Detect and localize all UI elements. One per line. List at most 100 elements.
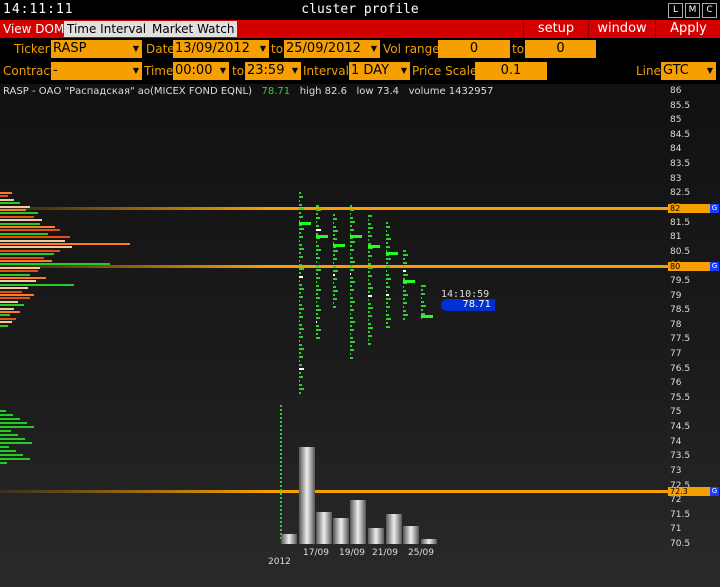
link-button[interactable]: L xyxy=(668,3,683,18)
volume-bar xyxy=(316,512,332,544)
cluster-tick xyxy=(316,333,318,335)
time-from-value: 00:00 xyxy=(175,63,213,78)
cluster-tick xyxy=(350,329,354,331)
cluster-tick xyxy=(316,217,320,219)
tab-view-dom[interactable]: View DOM xyxy=(0,21,67,37)
level-gtc-badge[interactable]: G xyxy=(710,487,719,497)
cluster-tick xyxy=(280,485,282,487)
profile-bar xyxy=(0,442,32,444)
axis-tick-label: 81.5 xyxy=(670,217,691,228)
cluster-tick xyxy=(350,217,353,219)
cluster-tick xyxy=(386,266,390,268)
cluster-tick xyxy=(368,307,373,309)
cluster-tick xyxy=(403,250,406,252)
cluster-tick xyxy=(368,255,372,257)
cluster-tick xyxy=(299,228,304,230)
vol-range-label: Vol range xyxy=(383,42,440,56)
cluster-tick xyxy=(280,413,282,415)
profile-bar xyxy=(0,410,6,412)
title-bar: 14:11:11 cluster profile L M C xyxy=(0,0,720,21)
date-from-select[interactable]: 13/09/2012 ▼ xyxy=(173,40,269,58)
cluster-tick xyxy=(386,226,390,228)
cluster-tick xyxy=(280,529,282,531)
time-from-select[interactable]: 00:00 ▼ xyxy=(173,62,229,80)
profile-bar xyxy=(0,215,34,218)
profile-bar xyxy=(0,253,54,256)
cluster-tick xyxy=(299,208,304,210)
cluster-tick xyxy=(403,258,405,260)
cluster-tick xyxy=(350,309,354,311)
ticker-value: RASP xyxy=(53,41,87,56)
ticker-select[interactable]: RASP ▼ xyxy=(51,40,142,58)
cluster-tick xyxy=(299,344,302,346)
cluster-tick xyxy=(316,225,319,227)
vol-to-input[interactable]: 0 xyxy=(525,40,596,58)
cluster-tick xyxy=(316,261,317,263)
cluster-tick xyxy=(368,315,372,317)
cluster-tick xyxy=(316,321,317,323)
cluster-tick xyxy=(333,222,334,224)
axis-tick-label: 71 xyxy=(670,524,682,535)
level-price-label: 72.3 xyxy=(668,487,710,497)
cluster-tick xyxy=(386,242,388,244)
cluster-tick xyxy=(316,249,321,251)
line-select[interactable]: GTC ▼ xyxy=(661,62,716,80)
axis-tick-label: 86 xyxy=(670,86,682,96)
apply-button[interactable]: Apply xyxy=(655,20,720,38)
cluster-tick xyxy=(368,299,369,301)
chevron-down-icon: ▼ xyxy=(132,66,139,75)
line-label: Line xyxy=(636,64,662,78)
price-scale-label: Price Scale xyxy=(412,64,478,78)
price-scale-input[interactable]: 0.1 xyxy=(475,62,547,80)
cluster-tick xyxy=(316,337,320,339)
cluster-tick xyxy=(421,309,423,311)
cluster-tick xyxy=(350,293,351,295)
cluster-tick xyxy=(333,234,335,236)
profile-bar xyxy=(0,243,130,245)
chevron-down-icon: ▼ xyxy=(132,44,139,53)
cluster-tick xyxy=(386,238,391,240)
tab-market-watch[interactable]: Market Watch xyxy=(149,21,238,37)
cluster-tick xyxy=(386,258,391,260)
time-to-select[interactable]: 23:59 ▼ xyxy=(245,62,301,80)
cluster-tick xyxy=(299,196,303,198)
chevron-down-icon: ▼ xyxy=(706,66,713,75)
level-gtc-badge[interactable]: G xyxy=(710,262,719,272)
close-button[interactable]: C xyxy=(702,3,717,18)
cluster-tick xyxy=(350,341,355,343)
contract-select[interactable]: - ▼ xyxy=(51,62,142,80)
cluster-tick xyxy=(421,293,425,295)
level-gtc-badge[interactable]: G xyxy=(710,203,719,213)
axis-tick-label: 70.5 xyxy=(670,539,691,549)
date-to-select[interactable]: 25/09/2012 ▼ xyxy=(284,40,380,58)
profile-bar xyxy=(0,239,65,242)
profile-bar xyxy=(0,270,38,273)
cluster-highlight xyxy=(386,252,398,255)
cluster-tick xyxy=(333,226,336,228)
profile-bar xyxy=(0,249,60,252)
tab-time-interval[interactable]: Time Interval xyxy=(64,21,150,37)
cluster-tick xyxy=(350,281,355,283)
cluster-tick xyxy=(280,493,282,495)
current-price-badge: 78.71 xyxy=(441,299,495,311)
cluster-tick xyxy=(299,244,302,246)
interval-select[interactable]: 1 DAY ▼ xyxy=(349,62,410,80)
cluster-tick xyxy=(386,234,389,236)
date-tick-label: 21/09 xyxy=(372,548,398,558)
profile-bar xyxy=(0,324,8,327)
cluster-tick xyxy=(299,300,300,302)
cluster-tick xyxy=(280,421,282,423)
cluster-tick xyxy=(299,316,303,318)
chevron-down-icon: ▼ xyxy=(370,44,377,53)
window-button[interactable]: window xyxy=(588,20,655,38)
cluster-tick xyxy=(299,368,304,370)
vol-from-input[interactable]: 0 xyxy=(438,40,510,58)
cluster-tick xyxy=(316,209,321,211)
high-value: high 82.6 xyxy=(299,86,347,97)
axis-tick-label: 78 xyxy=(670,319,682,330)
setup-button[interactable]: setup xyxy=(523,20,588,38)
maximize-button[interactable]: M xyxy=(685,3,700,18)
cluster-tick xyxy=(368,303,371,305)
cluster-tick xyxy=(368,343,371,345)
cluster-tick xyxy=(403,310,406,312)
